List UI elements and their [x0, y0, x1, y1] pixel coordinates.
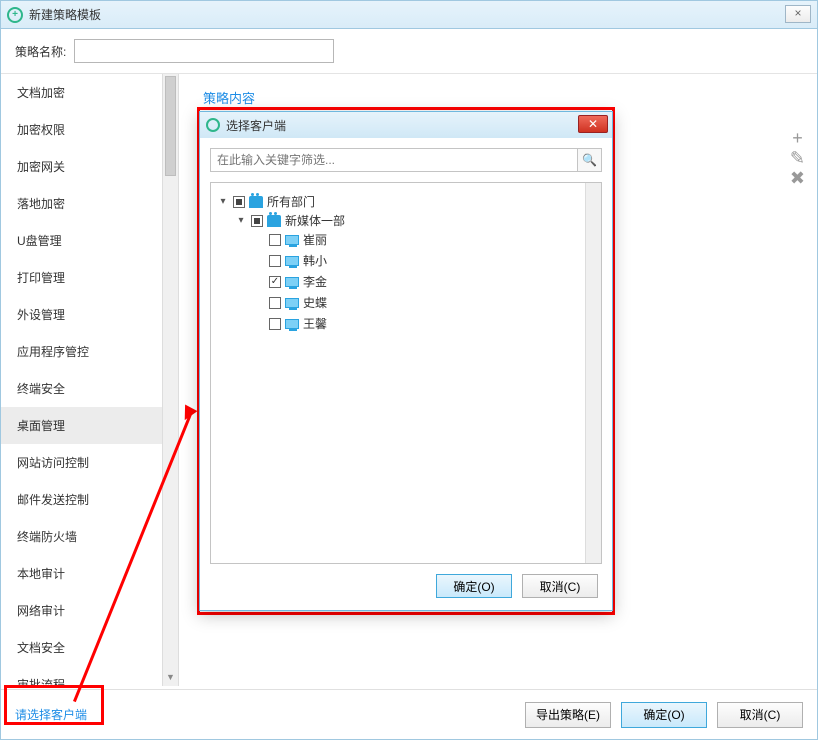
- tree-node-member[interactable]: 史蝶: [253, 294, 595, 311]
- footer-ok-button[interactable]: 确定(O): [621, 702, 707, 728]
- edit-icon[interactable]: ✎: [790, 148, 805, 168]
- app-icon: +: [7, 7, 23, 23]
- tree-label: 新媒体一部: [285, 212, 345, 229]
- sidebar-item[interactable]: 邮件发送控制: [1, 481, 178, 518]
- client-tree[interactable]: ▾ 所有部门 ▾ 新媒体一部崔丽韩小李金史蝶王馨: [217, 191, 595, 338]
- sidebar-item[interactable]: 网络审计: [1, 592, 178, 629]
- tree-label: 史蝶: [303, 294, 327, 311]
- add-icon[interactable]: +: [790, 128, 805, 148]
- tree-label: 王馨: [303, 315, 327, 332]
- client-icon: [285, 298, 299, 308]
- panel-action-icons: + ✎ ✖: [790, 128, 805, 188]
- tree-label: 李金: [303, 273, 327, 290]
- collapse-icon[interactable]: ▾: [235, 215, 247, 226]
- client-icon: [285, 319, 299, 329]
- titlebar: + 新建策略模板 ×: [1, 1, 817, 29]
- group-icon: [249, 196, 263, 208]
- search-box: 🔍: [210, 148, 602, 172]
- select-client-link[interactable]: 请选择客户端: [15, 706, 87, 723]
- export-policy-button[interactable]: 导出策略(E): [525, 702, 611, 728]
- client-icon: [285, 277, 299, 287]
- collapse-icon[interactable]: ▾: [217, 196, 229, 207]
- sidebar-item[interactable]: 网站访问控制: [1, 444, 178, 481]
- tree-node-dept[interactable]: ▾ 新媒体一部: [235, 212, 595, 229]
- client-icon: [285, 256, 299, 266]
- tree-node-member[interactable]: 王馨: [253, 315, 595, 332]
- sidebar-scroll-thumb[interactable]: [165, 76, 176, 176]
- sidebar-item[interactable]: 落地加密: [1, 185, 178, 222]
- tree-node-root[interactable]: ▾ 所有部门: [217, 193, 595, 210]
- dialog-cancel-button[interactable]: 取消(C): [522, 574, 598, 598]
- sidebar-item[interactable]: 本地审计: [1, 555, 178, 592]
- dialog-ok-button[interactable]: 确定(O): [436, 574, 512, 598]
- search-button[interactable]: 🔍: [577, 149, 601, 171]
- dialog-titlebar: 选择客户端 ✕: [200, 112, 612, 138]
- tree-node-member[interactable]: 韩小: [253, 252, 595, 269]
- section-title: 策略内容: [203, 88, 797, 107]
- checkbox-icon[interactable]: [269, 276, 281, 288]
- select-client-dialog: 选择客户端 ✕ 🔍 ▾ 所有部门 ▾ 新媒体一部崔丽韩小李金史蝶王馨 确定(O) 取消…: [199, 111, 613, 611]
- client-tree-panel: ▾ 所有部门 ▾ 新媒体一部崔丽韩小李金史蝶王馨: [210, 182, 602, 564]
- window-title: 新建策略模板: [29, 6, 101, 23]
- dialog-title: 选择客户端: [226, 117, 286, 134]
- policy-name-input[interactable]: [74, 39, 334, 63]
- sidebar-item[interactable]: 应用程序管控: [1, 333, 178, 370]
- policy-name-label: 策略名称:: [15, 43, 66, 60]
- dialog-button-row: 确定(O) 取消(C): [436, 574, 598, 598]
- tree-scrollbar[interactable]: [585, 183, 601, 563]
- tree-label: 崔丽: [303, 231, 327, 248]
- checkbox-icon[interactable]: [269, 234, 281, 246]
- search-input[interactable]: [211, 149, 577, 171]
- footer: 请选择客户端 导出策略(E) 确定(O) 取消(C): [1, 689, 817, 739]
- main-window: + 新建策略模板 × 策略名称: 文档加密加密权限加密网关落地加密U盘管理打印管…: [0, 0, 818, 740]
- sidebar-item[interactable]: 外设管理: [1, 296, 178, 333]
- tree-node-member[interactable]: 崔丽: [253, 231, 595, 248]
- client-icon: [285, 235, 299, 245]
- footer-cancel-button[interactable]: 取消(C): [717, 702, 803, 728]
- delete-icon[interactable]: ✖: [790, 168, 805, 188]
- checkbox-icon[interactable]: [269, 255, 281, 267]
- checkbox-icon[interactable]: [269, 318, 281, 330]
- tree-label: 韩小: [303, 252, 327, 269]
- policy-name-row: 策略名称:: [1, 29, 817, 74]
- group-icon: [267, 215, 281, 227]
- search-icon: 🔍: [582, 153, 597, 167]
- sidebar-item[interactable]: 审批流程: [1, 666, 178, 686]
- checkbox-icon[interactable]: [251, 215, 263, 227]
- sidebar-item[interactable]: U盘管理: [1, 222, 178, 259]
- sidebar-item[interactable]: 打印管理: [1, 259, 178, 296]
- sidebar-item[interactable]: 加密权限: [1, 111, 178, 148]
- sidebar-item[interactable]: 加密网关: [1, 148, 178, 185]
- dialog-close-button[interactable]: ✕: [578, 115, 608, 133]
- sidebar-item[interactable]: 终端防火墙: [1, 518, 178, 555]
- tree-label: 所有部门: [267, 193, 315, 210]
- sidebar-item[interactable]: 文档加密: [1, 74, 178, 111]
- sidebar-item[interactable]: 桌面管理: [1, 407, 178, 444]
- sidebar-item[interactable]: 文档安全: [1, 629, 178, 666]
- dialog-body: 🔍 ▾ 所有部门 ▾ 新媒体一部崔丽韩小李金史蝶王馨: [200, 138, 612, 574]
- checkbox-icon[interactable]: [233, 196, 245, 208]
- sidebar-scrollbar[interactable]: ▲ ▼: [162, 74, 178, 686]
- checkbox-icon[interactable]: [269, 297, 281, 309]
- dialog-app-icon: [206, 118, 220, 132]
- scroll-down-icon[interactable]: ▼: [163, 672, 178, 686]
- tree-node-member[interactable]: 李金: [253, 273, 595, 290]
- sidebar: 文档加密加密权限加密网关落地加密U盘管理打印管理外设管理应用程序管控终端安全桌面…: [1, 74, 179, 686]
- window-close-button[interactable]: ×: [785, 5, 811, 23]
- sidebar-item[interactable]: 终端安全: [1, 370, 178, 407]
